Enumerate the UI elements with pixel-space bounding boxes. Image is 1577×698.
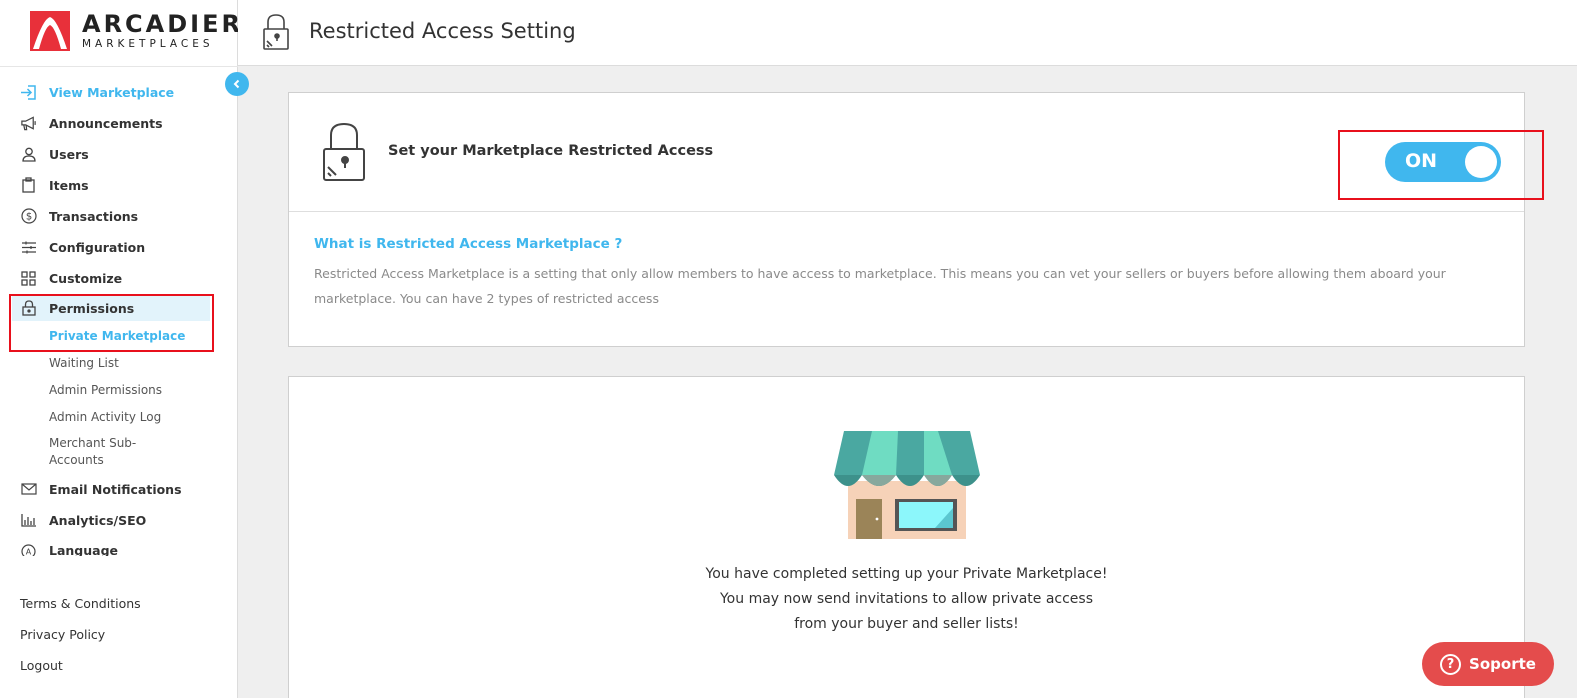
restricted-access-info-text: Restricted Access Marketplace is a setti… xyxy=(314,266,1446,306)
bar-chart-icon xyxy=(20,512,37,529)
terms-conditions-link[interactable]: Terms & Conditions xyxy=(20,596,141,611)
sidebar-item-transactions[interactable]: $ Transactions xyxy=(0,201,238,231)
sidebar-item-analytics-seo[interactable]: Analytics/SEO xyxy=(0,505,238,535)
sidebar-subitem-label: Merchant Sub- xyxy=(49,436,137,450)
completion-message-line: You have completed setting up your Priva… xyxy=(705,566,1108,582)
sidebar-subitem-admin-permissions[interactable]: Admin Permissions xyxy=(49,382,162,399)
sidebar-item-items[interactable]: Items xyxy=(0,170,238,200)
restricted-access-label: Set your Marketplace Restricted Access xyxy=(388,143,714,159)
support-button[interactable]: ? Soporte xyxy=(1422,642,1554,686)
padlock-icon xyxy=(323,122,365,181)
brand-name: ARCADIER xyxy=(82,9,243,38)
svg-text:A: A xyxy=(26,548,32,557)
sidebar-subitem-admin-activity-log[interactable]: Admin Activity Log xyxy=(49,409,161,426)
sidebar-item-customize[interactable]: Customize xyxy=(0,263,238,293)
sidebar-item-label: Items xyxy=(49,177,89,193)
privacy-policy-link[interactable]: Privacy Policy xyxy=(20,627,105,642)
restricted-access-toggle-row: Set your Marketplace Restricted Access O… xyxy=(289,93,1524,212)
user-icon xyxy=(20,146,37,163)
private-marketplace-complete-card: You have completed setting up your Priva… xyxy=(288,376,1525,698)
sidebar-item-label: Announcements xyxy=(49,115,163,131)
completion-message: You have completed setting up your Priva… xyxy=(289,562,1524,637)
sidebar-item-label: View Marketplace xyxy=(49,84,175,100)
sidebar-subitem-waiting-list[interactable]: Waiting List xyxy=(49,355,119,372)
sliders-icon xyxy=(20,239,37,256)
completion-message-line: from your buyer and seller lists! xyxy=(794,616,1019,632)
sidebar-item-configuration[interactable]: Configuration xyxy=(0,232,238,262)
logout-link[interactable]: Logout xyxy=(20,658,63,673)
sidebar-subitem-merchant-sub-accounts[interactable]: Merchant Sub- Accounts xyxy=(49,435,136,469)
divider xyxy=(0,66,238,67)
svg-text:$: $ xyxy=(25,212,31,223)
sidebar-item-permissions[interactable]: Permissions xyxy=(12,295,210,321)
brand-logo[interactable]: ARCADIER MARKETPLACES xyxy=(30,11,243,51)
dollar-icon: $ xyxy=(20,208,37,225)
sidebar-item-view-marketplace[interactable]: View Marketplace xyxy=(0,77,238,107)
sidebar-item-label: Transactions xyxy=(49,208,139,224)
question-icon: ? xyxy=(1440,653,1462,675)
restricted-access-info-title: What is Restricted Access Marketplace ? xyxy=(314,236,623,252)
support-button-label: Soporte xyxy=(1469,655,1536,673)
sidebar-item-label: Customize xyxy=(49,270,123,286)
sidebar-collapse-button[interactable] xyxy=(225,72,249,96)
lock-icon xyxy=(20,300,37,317)
restricted-access-toggle[interactable]: ON xyxy=(1385,142,1501,182)
page-title: Restricted Access Setting xyxy=(309,19,576,43)
envelope-icon xyxy=(20,481,37,498)
sidebar-item-label: Users xyxy=(49,146,89,162)
translate-icon: A xyxy=(20,543,37,556)
sidebar-item-label: Language xyxy=(49,543,119,556)
sidebar-item-email-notifications[interactable]: Email Notifications xyxy=(0,474,238,504)
storefront-icon xyxy=(834,431,980,539)
arcadier-logo-icon xyxy=(30,11,70,51)
chevron-left-icon xyxy=(233,79,240,89)
page-header: Restricted Access Setting xyxy=(238,0,1577,66)
sidebar-item-label: Configuration xyxy=(49,239,146,255)
sidebar-item-label: Permissions xyxy=(49,300,135,316)
sidebar-subitem-private-marketplace[interactable]: Private Marketplace xyxy=(49,328,185,345)
toggle-state-text: ON xyxy=(1405,150,1438,172)
sidebar-item-users[interactable]: Users xyxy=(0,139,238,169)
sidebar-item-language[interactable]: A Language xyxy=(0,536,238,556)
clipboard-icon xyxy=(20,177,37,194)
toggle-knob xyxy=(1465,146,1497,178)
grid-icon xyxy=(20,270,37,287)
lock-icon xyxy=(263,14,289,50)
completion-message-line: You may now send invitations to allow pr… xyxy=(719,591,1093,607)
sidebar-item-label: Email Notifications xyxy=(49,481,182,497)
sidebar-item-label: Analytics/SEO xyxy=(49,512,147,528)
brand-tagline: MARKETPLACES xyxy=(82,37,214,50)
enter-icon xyxy=(20,84,37,101)
megaphone-icon xyxy=(20,115,37,132)
sidebar-item-announcements[interactable]: Announcements xyxy=(0,108,238,138)
restricted-access-card: Set your Marketplace Restricted Access O… xyxy=(288,92,1525,347)
sidebar: ARCADIER MARKETPLACES View Marketplace A… xyxy=(0,0,240,698)
sidebar-subitem-label-line2: Accounts xyxy=(49,453,104,467)
